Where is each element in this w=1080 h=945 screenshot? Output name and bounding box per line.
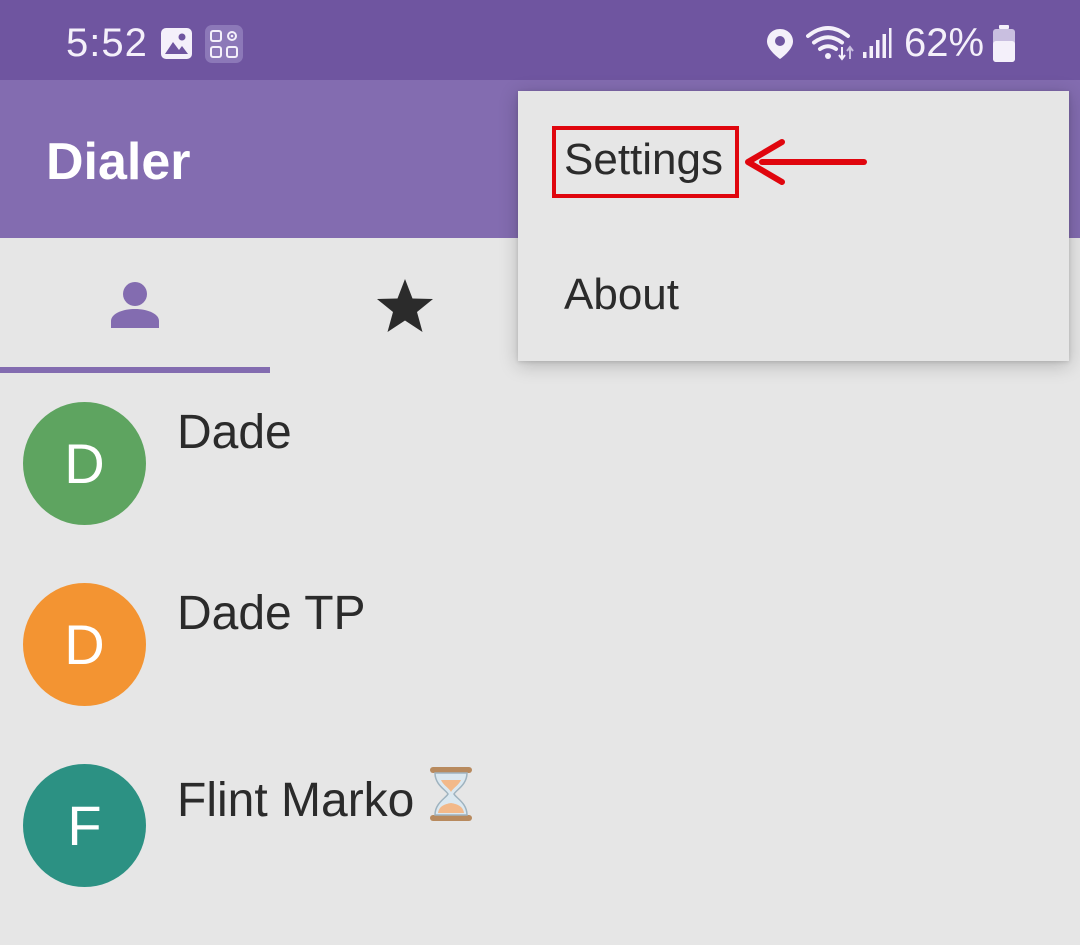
apps-icon <box>205 25 243 63</box>
battery-icon <box>993 25 1015 62</box>
avatar: D <box>23 402 146 525</box>
menu-item-label: Settings <box>564 135 723 184</box>
menu-item-about[interactable]: About <box>518 226 1069 361</box>
arrow-left-icon <box>745 139 867 185</box>
star-icon <box>377 279 433 332</box>
tab-contacts[interactable] <box>0 238 270 373</box>
overflow-menu: Settings About <box>518 91 1069 361</box>
location-icon <box>767 29 793 59</box>
contact-item[interactable]: D Dade TP <box>0 583 1080 764</box>
status-bar: 5:52 62% <box>0 0 1080 80</box>
contact-item[interactable]: F Flint Marko <box>0 764 1080 945</box>
battery-text: 62% <box>904 21 985 65</box>
wifi-icon <box>806 26 854 61</box>
hourglass-icon <box>430 767 473 821</box>
gallery-icon <box>161 28 192 59</box>
tab-favorites[interactable] <box>270 238 540 373</box>
avatar: D <box>23 583 146 706</box>
avatar: F <box>23 764 146 887</box>
contact-name: Flint Marko <box>177 774 415 827</box>
tab-indicator <box>0 367 270 373</box>
person-icon <box>111 282 159 328</box>
signal-icon <box>863 28 892 58</box>
contact-name: Dade TP <box>177 587 366 640</box>
menu-item-label: About <box>564 270 679 319</box>
contact-name-row: Flint Marko <box>177 766 474 830</box>
app-title: Dialer <box>46 133 191 191</box>
contact-item[interactable]: D Dade <box>0 402 1080 583</box>
contact-name: Dade <box>177 406 292 459</box>
status-time: 5:52 <box>66 21 148 65</box>
